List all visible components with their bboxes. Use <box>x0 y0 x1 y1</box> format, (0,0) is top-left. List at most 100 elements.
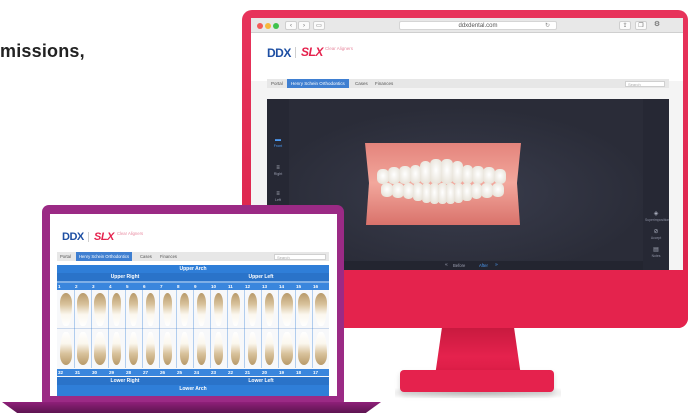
tab-finances[interactable]: Finances <box>157 252 180 261</box>
lower-tooth-number[interactable]: 26 <box>159 369 176 376</box>
upper-tooth[interactable] <box>197 293 206 326</box>
upper-tooth[interactable] <box>112 293 121 326</box>
lower-tooth-number[interactable]: 31 <box>74 369 91 376</box>
forward-button[interactable]: › <box>298 21 310 30</box>
lower-tooth[interactable] <box>214 332 223 365</box>
upper-tooth[interactable] <box>146 293 155 326</box>
lower-tooth-number[interactable]: 17 <box>312 369 329 376</box>
upper-tooth[interactable] <box>231 293 240 326</box>
superimposition-button[interactable]: ◈ Superimposition <box>645 211 669 227</box>
upper-tooth-number[interactable]: 2 <box>74 283 91 290</box>
upper-tooth[interactable] <box>76 293 89 326</box>
lower-tooth[interactable] <box>280 332 293 365</box>
lower-tooth[interactable] <box>59 332 72 365</box>
sidebar-toggle-button[interactable]: ▭ <box>313 21 325 30</box>
upper-tooth[interactable] <box>214 293 223 326</box>
upper-tooth-number[interactable]: 4 <box>108 283 125 290</box>
dental-model-render[interactable] <box>363 139 523 229</box>
lower-tooth-number[interactable]: 32 <box>57 369 74 376</box>
lower-tooth[interactable] <box>297 332 310 365</box>
upper-tooth-number[interactable]: 10 <box>210 283 227 290</box>
tooth-number-label: 29 <box>109 370 115 375</box>
after-label[interactable]: After <box>479 262 488 269</box>
lower-tooth-number[interactable]: 19 <box>278 369 295 376</box>
lower-tooth-number[interactable]: 29 <box>108 369 125 376</box>
upper-tooth-number[interactable]: 12 <box>244 283 261 290</box>
lower-tooth-number[interactable]: 24 <box>193 369 210 376</box>
lower-tooth[interactable] <box>248 332 257 365</box>
upper-tooth-number[interactable]: 13 <box>261 283 278 290</box>
lower-tooth[interactable] <box>231 332 240 365</box>
lower-tooth[interactable] <box>197 332 206 365</box>
search-input[interactable]: Search <box>274 253 326 260</box>
upper-tooth[interactable] <box>163 293 172 326</box>
upper-tooth[interactable] <box>265 293 274 326</box>
lower-tooth-number[interactable]: 30 <box>91 369 108 376</box>
lower-tooth-number[interactable]: 28 <box>125 369 142 376</box>
upper-tooth-number[interactable]: 5 <box>125 283 142 290</box>
address-bar[interactable]: ddxdental.com ↻ <box>399 21 557 30</box>
share-button[interactable]: ⇪ <box>619 21 631 30</box>
tab-henry-schein-orthodontics[interactable]: Henry Schein Orthodontics <box>287 79 349 88</box>
lower-tooth[interactable] <box>93 332 106 365</box>
lower-tooth[interactable] <box>265 332 274 365</box>
lower-tooth-number[interactable]: 23 <box>210 369 227 376</box>
tab-portal[interactable]: Portal <box>267 79 287 88</box>
lower-tooth-number[interactable]: 25 <box>176 369 193 376</box>
lower-tooth[interactable] <box>129 332 138 365</box>
tooth-chart: Upper Arch Upper Right Upper Left 123456… <box>57 265 329 396</box>
back-button[interactable]: ‹ <box>285 21 297 30</box>
lower-tooth[interactable] <box>180 332 189 365</box>
ddx-logo[interactable]: DDX <box>62 231 84 243</box>
right-view-button[interactable]: ≡ Right <box>269 165 287 181</box>
upper-tooth[interactable] <box>93 293 106 326</box>
lower-tooth[interactable] <box>163 332 172 365</box>
lower-tooth-number[interactable]: 27 <box>142 369 159 376</box>
maximize-window-button[interactable] <box>273 23 279 29</box>
lower-tooth-number[interactable]: 18 <box>295 369 312 376</box>
upper-tooth[interactable] <box>180 293 189 326</box>
upper-tooth[interactable] <box>59 293 72 326</box>
upper-tooth[interactable] <box>297 293 310 326</box>
search-input[interactable]: Search <box>625 80 665 87</box>
ddx-logo[interactable]: DDX <box>267 46 291 60</box>
lower-tooth-number[interactable]: 21 <box>244 369 261 376</box>
tab-finances[interactable]: Finances <box>371 79 397 88</box>
upper-tooth-number[interactable]: 11 <box>227 283 244 290</box>
upper-tooth-number[interactable]: 6 <box>142 283 159 290</box>
tab-cases[interactable]: Cases <box>351 79 372 88</box>
lower-tooth[interactable] <box>76 332 89 365</box>
before-label[interactable]: Before <box>453 262 465 269</box>
upper-tooth-number[interactable]: 9 <box>193 283 210 290</box>
lower-tooth[interactable] <box>314 332 327 365</box>
upper-tooth-number[interactable]: 8 <box>176 283 193 290</box>
upper-tooth-number[interactable]: 1 <box>57 283 74 290</box>
close-window-button[interactable] <box>257 23 263 29</box>
front-view-button[interactable]: ▬ Front <box>269 137 287 153</box>
accept-button[interactable]: ⊘ Accept <box>645 229 667 245</box>
lower-tooth-number[interactable]: 20 <box>261 369 278 376</box>
lower-tooth[interactable] <box>112 332 121 365</box>
tooth-cell-divider <box>108 289 109 329</box>
upper-tooth[interactable] <box>248 293 257 326</box>
chevron-right-icon[interactable]: » <box>495 262 498 269</box>
upper-tooth-number[interactable]: 7 <box>159 283 176 290</box>
tabs-button[interactable]: ❐ <box>635 21 647 30</box>
upper-tooth[interactable] <box>129 293 138 326</box>
lower-tooth-number[interactable]: 22 <box>227 369 244 376</box>
notes-button[interactable]: ▤ Notes <box>645 247 667 263</box>
upper-tooth-number[interactable]: 3 <box>91 283 108 290</box>
tab-cases[interactable]: Cases <box>137 252 155 261</box>
tab-portal[interactable]: Portal <box>57 252 74 261</box>
minimize-window-button[interactable] <box>265 23 271 29</box>
tab-henry-schein-orthodontics[interactable]: Henry Schein Orthodontics <box>76 252 133 261</box>
add-tab-button[interactable]: ⚙ <box>651 21 663 30</box>
upper-tooth[interactable] <box>314 293 327 326</box>
upper-tooth[interactable] <box>280 293 293 326</box>
upper-tooth-number[interactable]: 14 <box>278 283 295 290</box>
reload-icon[interactable]: ↻ <box>545 22 550 30</box>
lower-tooth[interactable] <box>146 332 155 365</box>
chevron-left-icon[interactable]: « <box>445 262 448 269</box>
upper-tooth-number[interactable]: 16 <box>312 283 329 290</box>
upper-tooth-number[interactable]: 15 <box>295 283 312 290</box>
